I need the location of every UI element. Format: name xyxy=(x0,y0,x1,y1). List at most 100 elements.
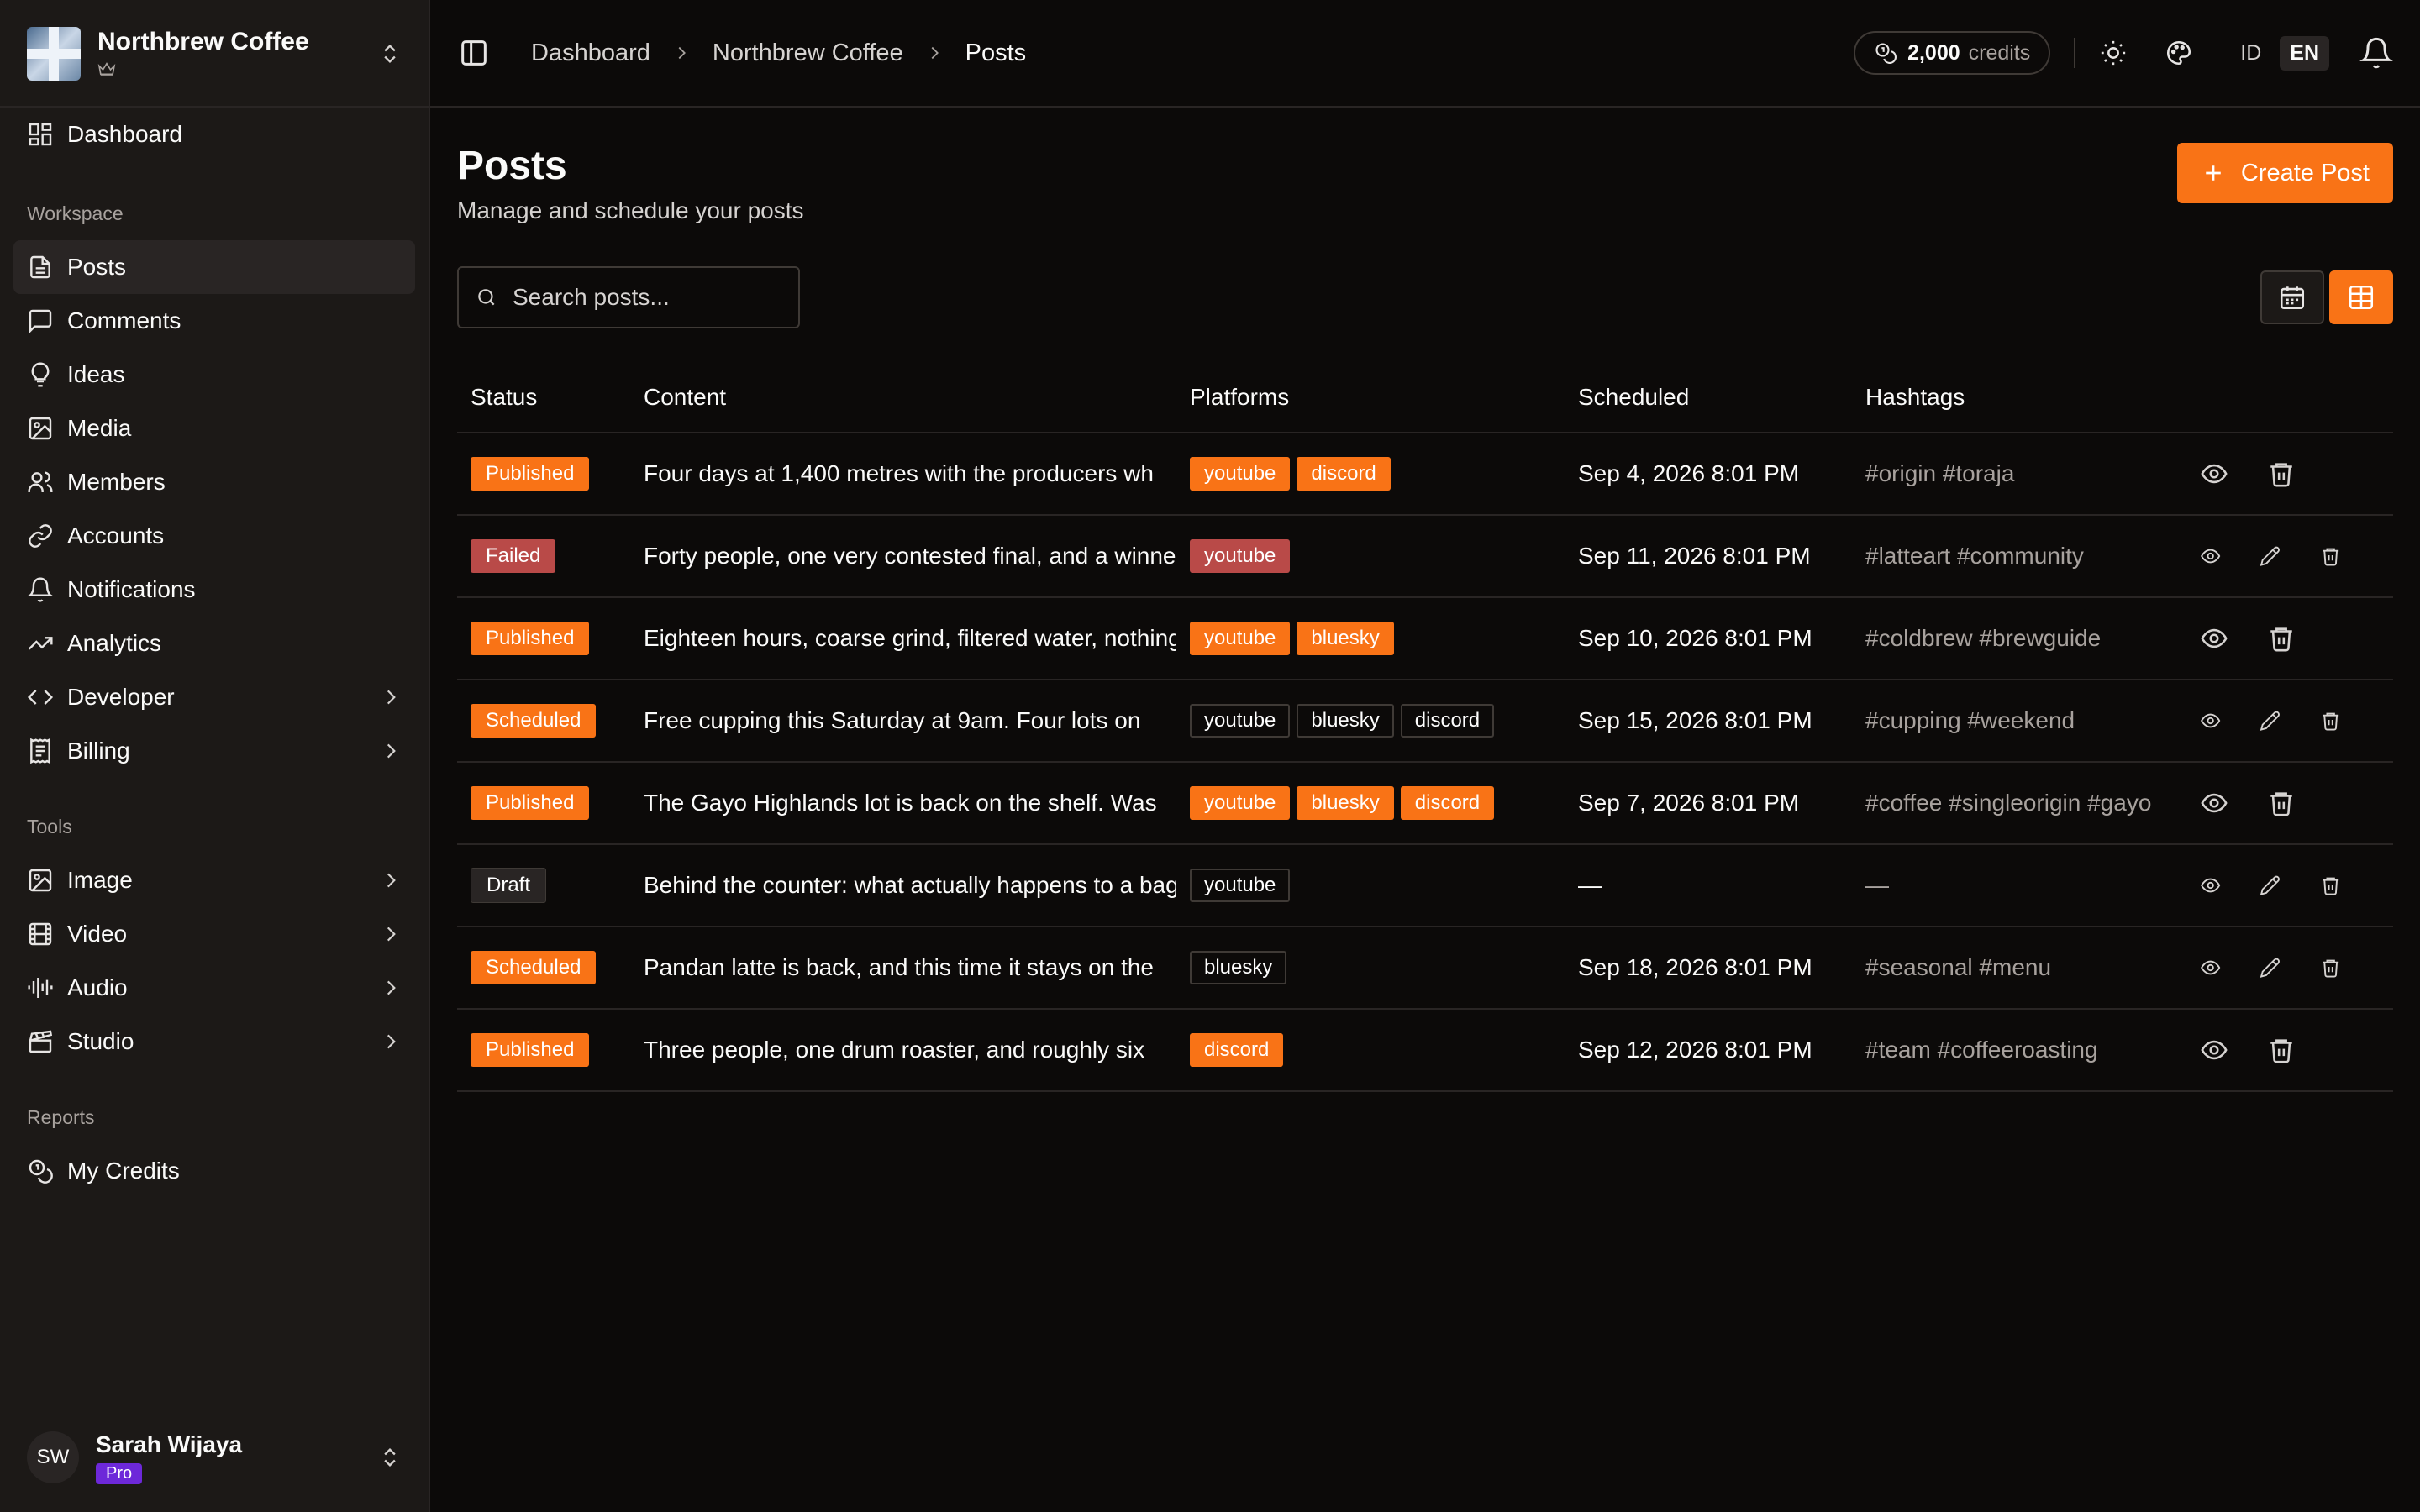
row-actions xyxy=(2200,871,2380,900)
post-content[interactable]: Behind the counter: what actually happen… xyxy=(630,844,1176,927)
eye-icon[interactable] xyxy=(2200,871,2221,900)
post-content[interactable]: Pandan latte is back, and this time it s… xyxy=(630,927,1176,1010)
trash-icon[interactable] xyxy=(2267,459,2296,488)
status-badge: Scheduled xyxy=(471,951,597,984)
link-icon xyxy=(29,524,52,548)
scheduled-time: Sep 4, 2026 8:01 PM xyxy=(1565,433,1852,516)
eye-icon[interactable] xyxy=(2200,542,2221,570)
create-post-button[interactable]: Create Post xyxy=(2176,143,2393,203)
sidebar-item-accounts[interactable]: Accounts xyxy=(13,509,415,563)
trash-icon[interactable] xyxy=(2320,953,2341,982)
status-badge: Scheduled xyxy=(471,704,597,738)
chevrons-up-down-icon xyxy=(384,1448,396,1467)
sidebar-item-my-credits[interactable]: My Credits xyxy=(13,1144,415,1198)
column-header-scheduled[interactable]: Scheduled xyxy=(1565,362,1852,433)
table-row: Draft Behind the counter: what actually h… xyxy=(457,844,2393,927)
lang-en-button[interactable]: EN xyxy=(2280,35,2329,71)
view-toggle xyxy=(2255,270,2393,324)
column-header-platforms[interactable]: Platforms xyxy=(1176,362,1565,433)
sidebar-item-comments[interactable]: Comments xyxy=(13,294,415,348)
trash-icon[interactable] xyxy=(2267,789,2296,817)
eye-icon[interactable] xyxy=(2200,706,2221,735)
trending-up-icon xyxy=(28,637,53,650)
trash-icon[interactable] xyxy=(2267,1036,2296,1064)
section-label-reports: Reports xyxy=(27,1105,95,1128)
chevron-right-icon xyxy=(387,690,396,705)
credits-pill[interactable]: 2,000 credits xyxy=(1854,31,2051,75)
sidebar-item-ideas[interactable]: Ideas xyxy=(13,348,415,402)
eye-icon[interactable] xyxy=(2200,953,2221,982)
column-header-status[interactable]: Status xyxy=(457,362,630,433)
sidebar-item-video[interactable]: Video xyxy=(13,907,415,961)
sidebar-item-audio[interactable]: Audio xyxy=(13,961,415,1015)
breadcrumb-dashboard[interactable]: Dashboard xyxy=(531,39,650,67)
sidebar-item-label: Members xyxy=(67,469,166,495)
platforms-cell: youtube xyxy=(1176,515,1565,598)
eye-icon[interactable] xyxy=(2200,624,2228,653)
sidebar-item-image[interactable]: Image xyxy=(13,853,415,907)
scheduled-time: Sep 7, 2026 8:01 PM xyxy=(1565,762,1852,845)
pencil-icon[interactable] xyxy=(2260,953,2281,982)
sidebar-item-studio[interactable]: Studio xyxy=(13,1015,415,1068)
sun-icon[interactable] xyxy=(2099,39,2128,67)
table-view-button[interactable] xyxy=(2329,270,2393,324)
sidebar-item-billing[interactable]: Billing xyxy=(13,724,415,778)
breadcrumb-org[interactable]: Northbrew Coffee xyxy=(713,39,903,67)
chevron-right-icon xyxy=(387,927,396,942)
scheduled-time: Sep 12, 2026 8:01 PM xyxy=(1565,1009,1852,1092)
pencil-icon[interactable] xyxy=(2260,871,2281,900)
platforms-cell: youtube bluesky discord xyxy=(1176,680,1565,763)
plus-icon xyxy=(2206,165,2221,181)
eye-icon[interactable] xyxy=(2200,1036,2228,1064)
status-badge: Published xyxy=(471,1033,590,1067)
column-header-content[interactable]: Content xyxy=(630,362,1176,433)
sidebar-item-analytics[interactable]: Analytics xyxy=(13,617,415,670)
user-menu[interactable]: SW Sarah Wijaya Pro xyxy=(0,1403,429,1512)
sidebar-toggle-icon[interactable] xyxy=(457,36,491,70)
platform-badge: youtube xyxy=(1190,622,1291,655)
sidebar-item-notifications[interactable]: Notifications xyxy=(13,563,415,617)
table-header-row: Status Content Platforms Scheduled Hasht… xyxy=(457,362,2393,433)
sidebar-item-dashboard[interactable]: Dashboard xyxy=(13,108,415,161)
platform-badge: discord xyxy=(1190,1033,1284,1067)
chevron-right-icon xyxy=(387,873,396,888)
lightbulb-icon xyxy=(31,362,50,387)
bell-icon[interactable] xyxy=(2360,36,2393,70)
hashtags: #coldbrew #brewguide xyxy=(1852,597,2186,680)
lang-id-button[interactable]: ID xyxy=(2230,36,2271,71)
platforms-cell: youtube bluesky discord xyxy=(1176,762,1565,845)
sidebar-item-media[interactable]: Media xyxy=(13,402,415,455)
pencil-icon[interactable] xyxy=(2260,706,2281,735)
users-icon xyxy=(28,471,53,492)
search-box xyxy=(457,266,800,328)
sidebar-item-members[interactable]: Members xyxy=(13,455,415,509)
post-content[interactable]: Three people, one drum roaster, and roug… xyxy=(630,1009,1176,1092)
hashtags: #latteart #community xyxy=(1852,515,2186,598)
post-content[interactable]: Free cupping this Saturday at 9am. Four … xyxy=(630,680,1176,763)
search-input[interactable] xyxy=(513,284,781,311)
post-content[interactable]: Four days at 1,400 metres with the produ… xyxy=(630,433,1176,516)
platforms-cell: youtube bluesky xyxy=(1176,597,1565,680)
calendar-view-button[interactable] xyxy=(2260,270,2324,324)
avatar: SW xyxy=(27,1431,79,1483)
sidebar-item-developer[interactable]: Developer xyxy=(13,670,415,724)
sidebar-item-posts[interactable]: Posts xyxy=(13,240,415,294)
row-actions xyxy=(2200,1036,2380,1064)
code-icon xyxy=(27,690,54,705)
film-icon xyxy=(29,922,52,946)
table-row: Published Four days at 1,400 metres with … xyxy=(457,433,2393,516)
post-content[interactable]: The Gayo Highlands lot is back on the sh… xyxy=(630,762,1176,845)
platforms-cell: bluesky xyxy=(1176,927,1565,1010)
trash-icon[interactable] xyxy=(2320,871,2341,900)
eye-icon[interactable] xyxy=(2200,789,2228,817)
post-content[interactable]: Eighteen hours, coarse grind, filtered w… xyxy=(630,597,1176,680)
palette-icon[interactable] xyxy=(2165,39,2193,67)
trash-icon[interactable] xyxy=(2320,706,2341,735)
column-header-hashtags[interactable]: Hashtags xyxy=(1852,362,2186,433)
row-actions xyxy=(2200,542,2380,570)
eye-icon[interactable] xyxy=(2200,459,2228,488)
trash-icon[interactable] xyxy=(2320,542,2341,570)
trash-icon[interactable] xyxy=(2267,624,2296,653)
pencil-icon[interactable] xyxy=(2260,542,2281,570)
post-content[interactable]: Forty people, one very contested final, … xyxy=(630,515,1176,598)
